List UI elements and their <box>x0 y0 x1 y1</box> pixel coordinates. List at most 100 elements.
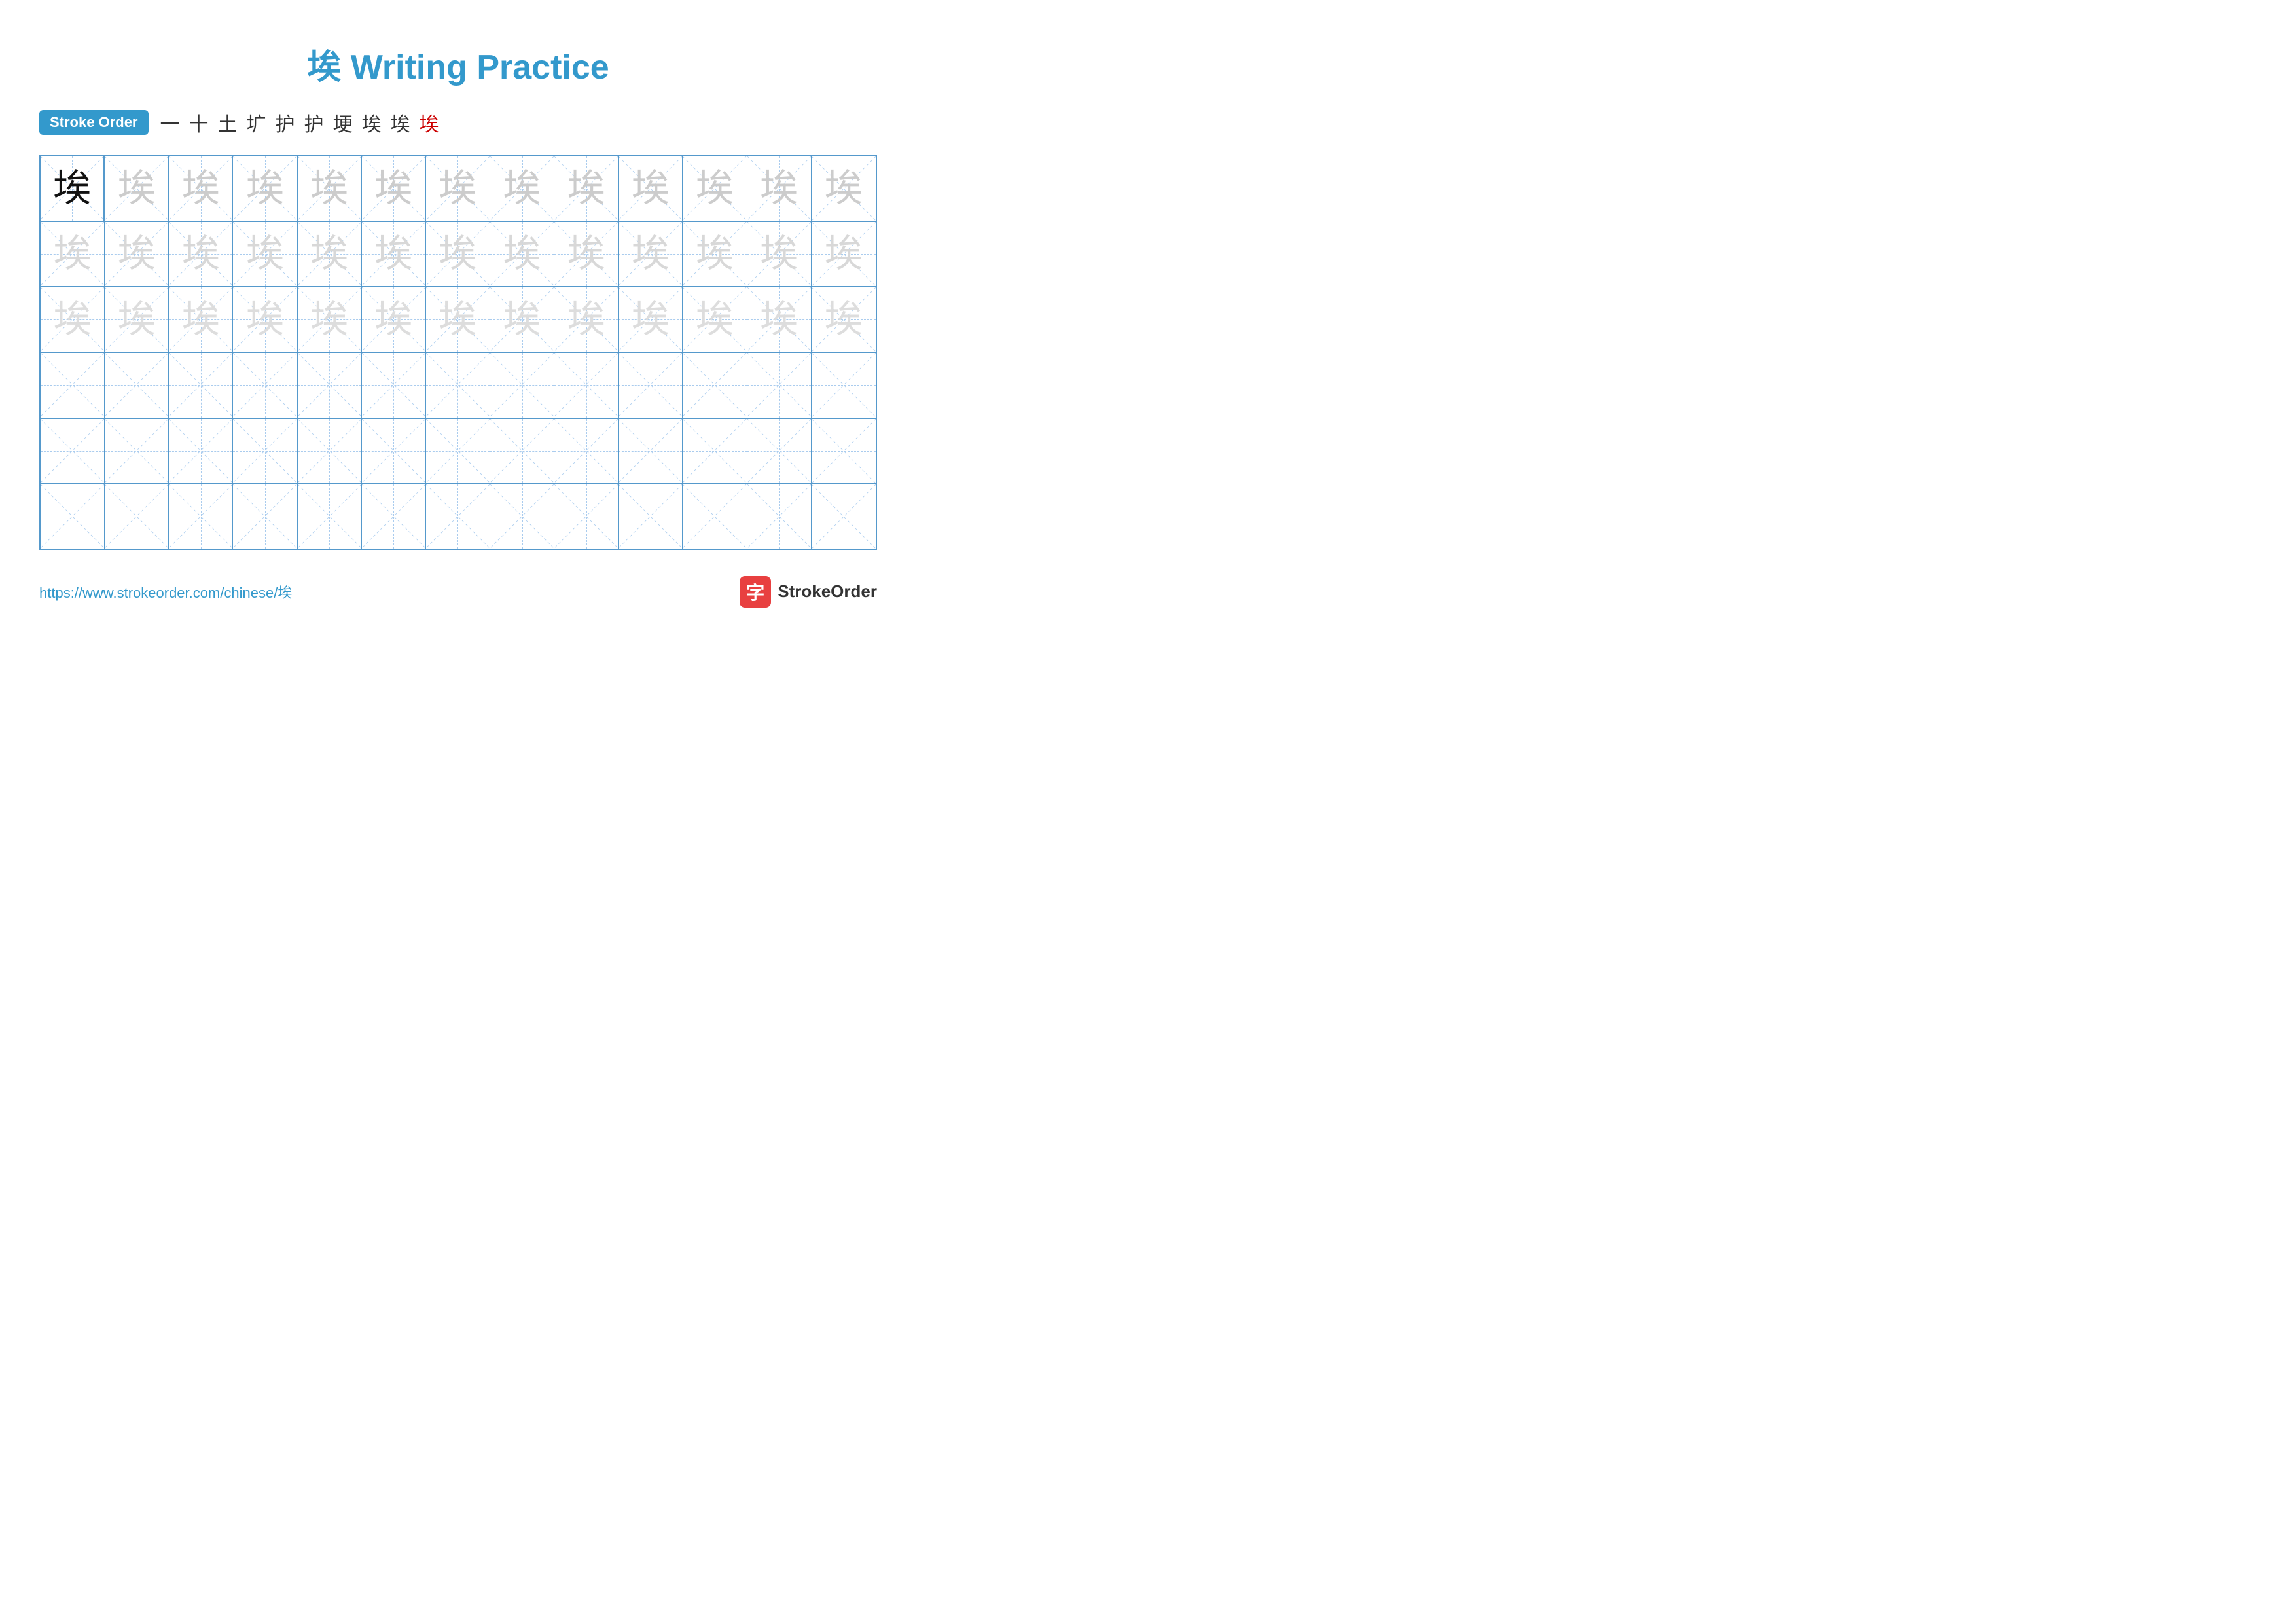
char-cell: 埃 <box>696 235 734 273</box>
char-cell: 埃 <box>632 170 670 208</box>
grid-cell-empty <box>812 484 876 549</box>
stroke-order-row: Stroke Order 一 十 土 圹 护 护 埂 埃 埃 埃 <box>39 108 877 137</box>
grid-cell-empty <box>169 353 233 417</box>
grid-cell-empty <box>812 419 876 483</box>
grid-cell-empty <box>41 419 105 483</box>
char-cell: 埃 <box>760 235 798 273</box>
grid-cell-empty <box>362 419 426 483</box>
grid-cell-empty <box>554 353 619 417</box>
char-cell: 埃 <box>439 235 476 273</box>
grid-cell: 埃 <box>41 287 105 352</box>
grid-cell-empty <box>105 484 169 549</box>
char-cell: 埃 <box>825 301 863 338</box>
grid-cell: 埃 <box>105 287 169 352</box>
grid-cell: 埃 <box>298 222 362 286</box>
grid-cell: 埃 <box>426 156 490 221</box>
char-cell: 埃 <box>310 235 348 273</box>
stroke-6: 护 <box>304 108 324 137</box>
grid-cell: 埃 <box>169 156 233 221</box>
stroke-sequence: 一 十 土 圹 护 护 埂 埃 埃 埃 <box>160 108 439 137</box>
grid-cell: 埃 <box>490 222 554 286</box>
grid-cell-empty <box>747 484 812 549</box>
page-title: 埃 Writing Practice <box>39 39 877 88</box>
char-cell: 埃 <box>439 170 476 208</box>
char-cell: 埃 <box>567 301 605 338</box>
grid-cell: 埃 <box>490 156 554 221</box>
grid-row-3: 埃 埃 埃 埃 <box>41 287 876 353</box>
brand-icon: 字 <box>740 576 771 608</box>
grid-cell-empty <box>619 419 683 483</box>
grid-cell: 埃 <box>490 287 554 352</box>
grid-cell: 埃 <box>812 156 876 221</box>
grid-cell: 埃 <box>812 222 876 286</box>
char-cell: 埃 <box>503 170 541 208</box>
grid-cell-empty <box>233 353 297 417</box>
grid-cell-empty <box>554 484 619 549</box>
grid-cell-empty <box>298 419 362 483</box>
char-cell: 埃 <box>760 170 798 208</box>
grid-cell: 埃 <box>619 156 683 221</box>
grid-cell-empty <box>105 419 169 483</box>
grid-cell: 埃 <box>683 287 747 352</box>
grid-cell-empty <box>747 353 812 417</box>
char-cell: 埃 <box>374 235 412 273</box>
grid-cell-empty <box>233 419 297 483</box>
char-cell: 埃 <box>567 170 605 208</box>
grid-cell: 埃 <box>812 287 876 352</box>
grid-cell: 埃 <box>683 222 747 286</box>
footer-url: https://www.strokeorder.com/chinese/埃 <box>39 581 292 602</box>
char-cell: 埃 <box>825 170 863 208</box>
grid-cell-empty <box>619 484 683 549</box>
grid-row-2: 埃 埃 埃 埃 <box>41 222 876 287</box>
stroke-5: 护 <box>276 108 295 137</box>
grid-cell-empty <box>747 419 812 483</box>
grid-cell-empty <box>298 484 362 549</box>
grid-cell: 埃 <box>233 156 297 221</box>
char-cell: 埃 <box>374 170 412 208</box>
grid-cell: 埃 <box>426 222 490 286</box>
char-cell: 埃 <box>54 301 92 338</box>
char-cell: 埃 <box>632 235 670 273</box>
grid-cell: 埃 <box>619 222 683 286</box>
grid-row-6 <box>41 484 876 549</box>
grid-cell: 埃 <box>747 222 812 286</box>
grid-cell-empty <box>490 484 554 549</box>
grid-cell-empty <box>105 353 169 417</box>
grid-cell-empty <box>426 484 490 549</box>
grid-row-4 <box>41 353 876 418</box>
grid-cell: 埃 <box>233 222 297 286</box>
stroke-9: 埃 <box>391 108 410 137</box>
grid-cell-empty <box>554 419 619 483</box>
grid-cell-empty <box>426 353 490 417</box>
char-cell: 埃 <box>310 170 348 208</box>
grid-cell: 埃 <box>41 222 105 286</box>
char-cell: 埃 <box>310 301 348 338</box>
grid-cell-empty <box>362 484 426 549</box>
grid-cell: 埃 <box>362 222 426 286</box>
char-cell: 埃 <box>503 301 541 338</box>
grid-cell-empty <box>298 353 362 417</box>
grid-cell: 埃 <box>747 287 812 352</box>
stroke-8: 埃 <box>362 108 382 137</box>
grid-row-1: 埃 埃 埃 埃 <box>41 156 876 222</box>
grid-cell: 埃 <box>683 156 747 221</box>
grid-cell-empty <box>812 353 876 417</box>
char-cell: 埃 <box>825 235 863 273</box>
char-cell: 埃 <box>760 301 798 338</box>
char-cell: 埃 <box>439 301 476 338</box>
char-cell: 埃 <box>182 235 220 273</box>
grid-cell: 埃 <box>233 287 297 352</box>
grid-cell-empty <box>169 419 233 483</box>
char-cell: 埃 <box>696 170 734 208</box>
char-cell: 埃 <box>118 301 156 338</box>
grid-cell-empty <box>41 484 105 549</box>
grid-cell-empty <box>683 353 747 417</box>
char-cell: 埃 <box>54 235 92 273</box>
grid-row-5 <box>41 419 876 484</box>
stroke-1: 一 <box>160 108 180 137</box>
char-cell: 埃 <box>246 301 284 338</box>
grid-cell: 埃 <box>619 287 683 352</box>
grid-cell-empty <box>490 419 554 483</box>
char-cell: 埃 <box>182 301 220 338</box>
char-cell: 埃 <box>118 170 156 208</box>
